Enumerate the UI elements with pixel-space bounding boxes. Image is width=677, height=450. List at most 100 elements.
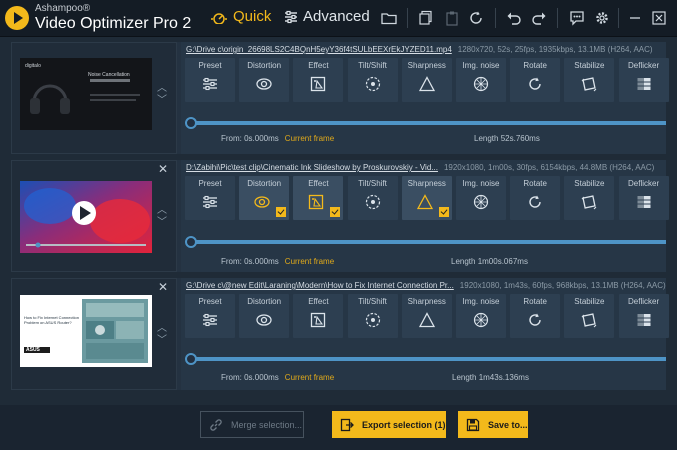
timeline-track[interactable] [189,240,666,244]
undo-icon[interactable] [505,9,523,27]
file-path[interactable]: G:\Drive c\origin_26698LS2C4BQnH5eyY36f4… [186,45,452,54]
reorder-arrows[interactable]: ︿ ﹀ [155,205,169,229]
tool-preset[interactable]: Preset [185,176,235,220]
app-logo-icon [5,6,29,30]
quick-mode-tab[interactable]: Quick [210,8,271,25]
tool-stabilize[interactable]: Stabilize [564,294,615,338]
tilt-shift-icon [365,76,381,92]
settings-icon[interactable] [593,9,611,27]
tool-label: Distortion [247,297,282,306]
timeline-start-handle[interactable] [185,117,197,129]
preset-icon [202,194,218,210]
rotate-icon [527,312,543,328]
distortion-icon [254,194,270,210]
video-row[interactable]: ✕ How to Fix Internet Connection Problem… [11,278,669,390]
close-window-icon[interactable] [650,9,668,27]
tool-deflicker[interactable]: Deflicker [618,58,669,102]
reorder-arrows[interactable]: ︿ ﹀ [155,323,169,347]
tool-sharpness[interactable]: Sharpness [401,58,452,102]
tool-label: Distortion [247,61,282,70]
timeline-track[interactable] [189,357,666,361]
timeline-start-handle[interactable] [185,236,197,248]
feedback-icon[interactable] [568,9,586,27]
preset-icon [202,312,218,328]
app-title: Video Optimizer Pro 2 [35,15,192,32]
advanced-mode-icon [285,10,297,23]
distortion-icon [256,76,272,92]
remove-video-icon[interactable]: ✕ [158,162,168,176]
tool-rotate[interactable]: Rotate [510,58,561,102]
tool-tilt-shift[interactable]: Tilt/Shift [347,176,398,220]
tool-deflicker[interactable]: Deflicker [618,176,669,220]
tool-img-noise[interactable]: Img. noise [456,294,506,338]
video-thumbnail[interactable]: How to Fix Internet Connection Problem o… [20,295,152,367]
tool-label: Effect [308,179,329,188]
tool-sharpness[interactable]: Sharpness [401,176,452,220]
tool-strip: Preset Distortion Effect Tilt/Shift Sharpnes… [181,176,669,220]
file-path[interactable]: D:\Zabihi\Pic\test clip\Cinematic Ink Sl… [186,163,438,172]
tool-stabilize[interactable]: Stabilize [564,58,615,102]
video-thumbnail[interactable] [20,181,152,253]
title-bar: Ashampoo® Video Optimizer Pro 2 Quick Ad… [0,0,677,37]
advanced-mode-tab[interactable]: Advanced [284,8,370,25]
export-selection-button[interactable]: Export selection (1) [332,411,446,438]
tool-effect[interactable]: Effect [293,58,344,102]
tool-effect[interactable]: Effect [293,176,344,220]
range-info: From: 0s.000ms Current frame [221,373,334,382]
router-article-preview [20,295,152,367]
merge-selection-button[interactable]: Merge selection... [200,411,304,438]
tool-enabled-checkmark-icon[interactable] [276,207,287,217]
tool-effect[interactable]: Effect [293,294,344,338]
rotate-icon [527,194,543,210]
paste-icon[interactable] [443,9,461,27]
tool-tilt-shift[interactable]: Tilt/Shift [347,58,398,102]
tool-sharpness[interactable]: Sharpness [401,294,452,338]
timeline-track[interactable] [189,121,666,125]
range-info: From: 0s.000ms Current frame [221,257,334,266]
thumbnail-pane: ✕ ︿ ﹀ [11,160,177,272]
tool-label: Preset [198,179,222,188]
redo-icon[interactable] [530,9,548,27]
thumbnail-title: How to Fix Internet Connection Problem o… [24,315,79,325]
tool-rotate[interactable]: Rotate [510,176,561,220]
tool-preset[interactable]: Preset [185,294,235,338]
tool-img-noise[interactable]: Img. noise [456,176,506,220]
reorder-arrows[interactable]: ︿ ﹀ [155,83,169,107]
tool-strip: Preset Distortion Effect Tilt/Shift Sharpnes… [181,58,669,102]
save-to-button[interactable]: Save to... [458,411,528,438]
tool-tilt-shift[interactable]: Tilt/Shift [347,294,398,338]
tool-enabled-checkmark-icon[interactable] [330,207,341,217]
rotate-icon [527,76,543,92]
tool-label: Preset [198,297,222,306]
save-to-label: Save to... [488,419,528,430]
reset-icon[interactable] [467,9,485,27]
video-row[interactable]: digitalo Noise Cancellation ︿ ﹀ G:\Drive … [11,42,669,154]
current-frame-link[interactable]: Current frame [285,373,334,382]
stabilize-icon [581,194,597,210]
thumbnail-pane: ✕ How to Fix Internet Connection Problem… [11,278,177,390]
tool-img-noise[interactable]: Img. noise [456,58,506,102]
folder-icon[interactable] [380,9,398,27]
current-frame-link[interactable]: Current frame [285,257,334,266]
timeline-start-handle[interactable] [185,353,197,365]
file-path[interactable]: G:\Drive c\@new Edit\Laraning\Modern\How… [186,281,454,290]
preset-icon [202,76,218,92]
from-label: From: 0s.000ms [221,257,279,266]
current-frame-link[interactable]: Current frame [285,134,334,143]
tool-rotate[interactable]: Rotate [510,294,561,338]
tool-preset[interactable]: Preset [185,58,235,102]
tool-deflicker[interactable]: Deflicker [618,294,669,338]
remove-video-icon[interactable]: ✕ [158,280,168,294]
copy-icon[interactable] [417,9,435,27]
tool-label: Stabilize [574,61,605,70]
tool-distortion[interactable]: Distortion [239,176,290,220]
video-row[interactable]: ✕ ︿ ﹀ D:\Zabihi\Pic\test clip\Cinematic … [11,160,669,272]
minimize-icon[interactable] [626,9,644,27]
tool-distortion[interactable]: Distortion [239,58,290,102]
video-thumbnail[interactable]: digitalo Noise Cancellation [20,58,152,130]
link-icon [210,418,222,431]
tool-enabled-checkmark-icon[interactable] [438,207,449,217]
tool-stabilize[interactable]: Stabilize [564,176,615,220]
app-window: Ashampoo® Video Optimizer Pro 2 Quick Ad… [0,0,677,450]
tool-distortion[interactable]: Distortion [239,294,290,338]
